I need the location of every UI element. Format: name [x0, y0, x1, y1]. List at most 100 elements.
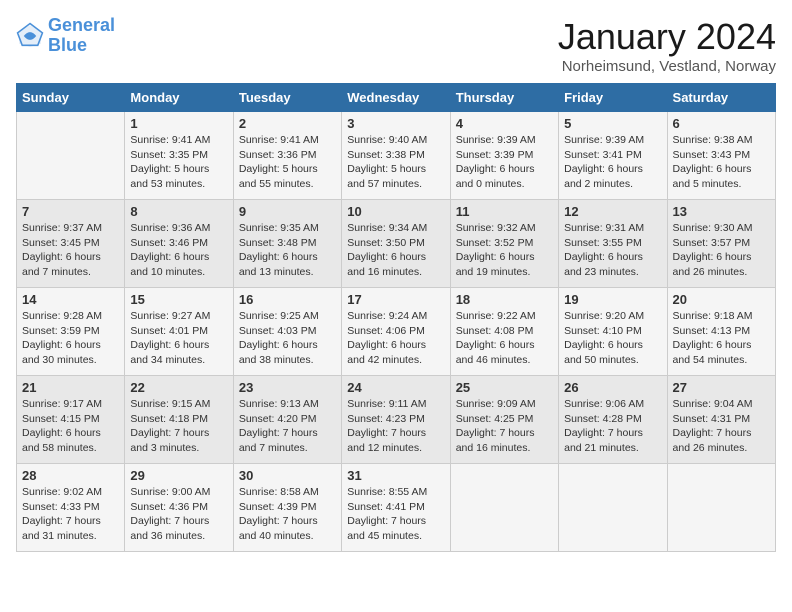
day-number: 30: [239, 468, 336, 483]
calendar-cell: 24 Sunrise: 9:11 AMSunset: 4:23 PMDayligh…: [342, 376, 450, 464]
calendar-cell: 5 Sunrise: 9:39 AMSunset: 3:41 PMDaylight…: [559, 112, 667, 200]
calendar-cell: 13 Sunrise: 9:30 AMSunset: 3:57 PMDayligh…: [667, 200, 775, 288]
day-number: 2: [239, 116, 336, 131]
page-header: General Blue January 2024 Norheimsund, V…: [16, 16, 776, 75]
day-info: Sunrise: 9:41 AMSunset: 3:36 PMDaylight:…: [239, 133, 336, 192]
day-number: 7: [22, 204, 119, 219]
day-number: 5: [564, 116, 661, 131]
day-number: 13: [673, 204, 770, 219]
day-number: 8: [130, 204, 227, 219]
day-info: Sunrise: 9:38 AMSunset: 3:43 PMDaylight:…: [673, 133, 770, 192]
calendar-week-row: 21Sunrise: 9:17 AMSunset: 4:15 PMDayligh…: [17, 376, 776, 464]
day-info: Sunrise: 9:40 AMSunset: 3:38 PMDaylight:…: [347, 133, 444, 192]
day-info: Sunrise: 9:36 AMSunset: 3:46 PMDaylight:…: [130, 221, 227, 280]
logo-general: General: [48, 15, 115, 35]
calendar-cell: 22 Sunrise: 9:15 AMSunset: 4:18 PMDayligh…: [125, 376, 233, 464]
calendar-cell: 30Sunrise: 8:58 AMSunset: 4:39 PMDayligh…: [233, 464, 341, 552]
day-info: Sunrise: 9:20 AMSunset: 4:10 PMDaylight:…: [564, 309, 661, 368]
logo-text: General Blue: [48, 16, 115, 56]
calendar-week-row: 14 Sunrise: 9:28 AMSunset: 3:59 PMDayligh…: [17, 288, 776, 376]
day-info: Sunrise: 9:15 AMSunset: 4:18 PMDaylight:…: [130, 397, 227, 456]
day-number: 6: [673, 116, 770, 131]
calendar-cell: [17, 112, 125, 200]
day-number: 1: [130, 116, 227, 131]
day-info: Sunrise: 9:00 AMSunset: 4:36 PMDaylight:…: [130, 485, 227, 544]
location-subtitle: Norheimsund, Vestland, Norway: [558, 58, 776, 75]
day-number: 17: [347, 292, 444, 307]
calendar-cell: 12 Sunrise: 9:31 AMSunset: 3:55 PMDayligh…: [559, 200, 667, 288]
day-info: Sunrise: 9:02 AMSunset: 4:33 PMDaylight:…: [22, 485, 119, 544]
logo-blue: Blue: [48, 35, 87, 55]
day-number: 22: [130, 380, 227, 395]
calendar-cell: 31 Sunrise: 8:55 AMSunset: 4:41 PMDayligh…: [342, 464, 450, 552]
day-number: 4: [456, 116, 553, 131]
day-info: Sunrise: 9:17 AMSunset: 4:15 PMDaylight:…: [22, 397, 119, 456]
header-monday: Monday: [125, 84, 233, 112]
header-wednesday: Wednesday: [342, 84, 450, 112]
day-info: Sunrise: 9:25 AMSunset: 4:03 PMDaylight:…: [239, 309, 336, 368]
calendar-cell: 28Sunrise: 9:02 AMSunset: 4:33 PMDayligh…: [17, 464, 125, 552]
logo-icon: [16, 22, 44, 50]
calendar-cell: 7Sunrise: 9:37 AMSunset: 3:45 PMDaylight…: [17, 200, 125, 288]
day-info: Sunrise: 9:35 AMSunset: 3:48 PMDaylight:…: [239, 221, 336, 280]
day-info: Sunrise: 9:39 AMSunset: 3:41 PMDaylight:…: [564, 133, 661, 192]
day-info: Sunrise: 8:55 AMSunset: 4:41 PMDaylight:…: [347, 485, 444, 544]
day-number: 29: [130, 468, 227, 483]
day-number: 3: [347, 116, 444, 131]
day-number: 10: [347, 204, 444, 219]
calendar-cell: 20 Sunrise: 9:18 AMSunset: 4:13 PMDayligh…: [667, 288, 775, 376]
day-info: Sunrise: 9:18 AMSunset: 4:13 PMDaylight:…: [673, 309, 770, 368]
calendar-cell: 11Sunrise: 9:32 AMSunset: 3:52 PMDayligh…: [450, 200, 558, 288]
calendar-cell: 26Sunrise: 9:06 AMSunset: 4:28 PMDayligh…: [559, 376, 667, 464]
calendar-cell: [450, 464, 558, 552]
calendar-header-row: SundayMondayTuesdayWednesdayThursdayFrid…: [17, 84, 776, 112]
day-number: 20: [673, 292, 770, 307]
header-tuesday: Tuesday: [233, 84, 341, 112]
day-number: 18: [456, 292, 553, 307]
header-friday: Friday: [559, 84, 667, 112]
day-info: Sunrise: 9:34 AMSunset: 3:50 PMDaylight:…: [347, 221, 444, 280]
calendar-cell: 23Sunrise: 9:13 AMSunset: 4:20 PMDayligh…: [233, 376, 341, 464]
day-number: 19: [564, 292, 661, 307]
month-title: January 2024: [558, 16, 776, 58]
day-number: 12: [564, 204, 661, 219]
calendar-cell: [667, 464, 775, 552]
day-number: 9: [239, 204, 336, 219]
day-info: Sunrise: 9:31 AMSunset: 3:55 PMDaylight:…: [564, 221, 661, 280]
day-number: 27: [673, 380, 770, 395]
calendar-cell: 4Sunrise: 9:39 AMSunset: 3:39 PMDaylight…: [450, 112, 558, 200]
day-info: Sunrise: 9:28 AMSunset: 3:59 PMDaylight:…: [22, 309, 119, 368]
day-info: Sunrise: 9:04 AMSunset: 4:31 PMDaylight:…: [673, 397, 770, 456]
day-info: Sunrise: 9:11 AMSunset: 4:23 PMDaylight:…: [347, 397, 444, 456]
day-number: 15: [130, 292, 227, 307]
calendar-cell: 17 Sunrise: 9:24 AMSunset: 4:06 PMDayligh…: [342, 288, 450, 376]
calendar-week-row: 7Sunrise: 9:37 AMSunset: 3:45 PMDaylight…: [17, 200, 776, 288]
day-info: Sunrise: 9:06 AMSunset: 4:28 PMDaylight:…: [564, 397, 661, 456]
day-info: Sunrise: 9:13 AMSunset: 4:20 PMDaylight:…: [239, 397, 336, 456]
day-number: 24: [347, 380, 444, 395]
day-info: Sunrise: 9:27 AMSunset: 4:01 PMDaylight:…: [130, 309, 227, 368]
day-number: 31: [347, 468, 444, 483]
calendar-cell: 1 Sunrise: 9:41 AMSunset: 3:35 PMDaylight…: [125, 112, 233, 200]
calendar-cell: 18 Sunrise: 9:22 AMSunset: 4:08 PMDayligh…: [450, 288, 558, 376]
logo: General Blue: [16, 16, 115, 56]
calendar-cell: 9 Sunrise: 9:35 AMSunset: 3:48 PMDaylight…: [233, 200, 341, 288]
day-info: Sunrise: 9:41 AMSunset: 3:35 PMDaylight:…: [130, 133, 227, 192]
calendar-week-row: 1 Sunrise: 9:41 AMSunset: 3:35 PMDaylight…: [17, 112, 776, 200]
day-info: Sunrise: 9:22 AMSunset: 4:08 PMDaylight:…: [456, 309, 553, 368]
day-info: Sunrise: 9:24 AMSunset: 4:06 PMDaylight:…: [347, 309, 444, 368]
calendar-week-row: 28Sunrise: 9:02 AMSunset: 4:33 PMDayligh…: [17, 464, 776, 552]
calendar-cell: 29 Sunrise: 9:00 AMSunset: 4:36 PMDayligh…: [125, 464, 233, 552]
day-info: Sunrise: 9:32 AMSunset: 3:52 PMDaylight:…: [456, 221, 553, 280]
day-info: Sunrise: 9:30 AMSunset: 3:57 PMDaylight:…: [673, 221, 770, 280]
header-thursday: Thursday: [450, 84, 558, 112]
calendar-cell: 3 Sunrise: 9:40 AMSunset: 3:38 PMDaylight…: [342, 112, 450, 200]
day-number: 14: [22, 292, 119, 307]
day-info: Sunrise: 9:09 AMSunset: 4:25 PMDaylight:…: [456, 397, 553, 456]
calendar-cell: [559, 464, 667, 552]
day-number: 25: [456, 380, 553, 395]
calendar-cell: 16Sunrise: 9:25 AMSunset: 4:03 PMDayligh…: [233, 288, 341, 376]
title-block: January 2024 Norheimsund, Vestland, Norw…: [558, 16, 776, 75]
calendar-cell: 21Sunrise: 9:17 AMSunset: 4:15 PMDayligh…: [17, 376, 125, 464]
header-saturday: Saturday: [667, 84, 775, 112]
